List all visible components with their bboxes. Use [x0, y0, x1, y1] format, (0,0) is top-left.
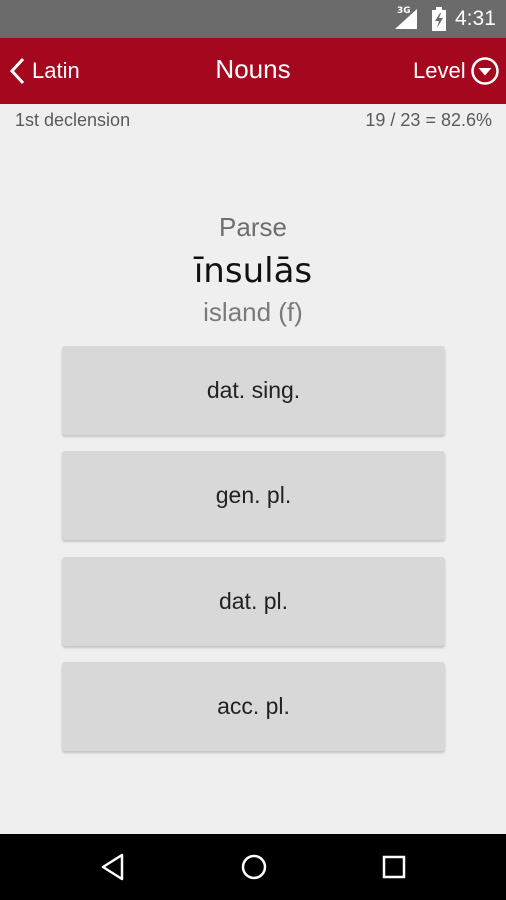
clock-time: 4:31 — [455, 7, 496, 30]
dropdown-circle-icon — [471, 57, 499, 85]
question-word: īnsulās — [193, 251, 313, 291]
level-label: Level — [413, 58, 466, 83]
answer-button[interactable]: gen. pl. — [62, 451, 445, 540]
answer-button[interactable]: dat. pl. — [62, 557, 445, 646]
word-gloss: island (f) — [203, 297, 303, 327]
answer-button[interactable]: acc. pl. — [62, 662, 445, 751]
navigation-bar — [0, 834, 506, 900]
back-triangle-icon[interactable] — [98, 851, 130, 883]
level-dropdown-button[interactable]: Level — [408, 50, 504, 94]
app-bar: Latin Nouns Level — [0, 38, 506, 104]
battery-icon — [432, 7, 446, 31]
declension-label: 1st declension — [15, 110, 131, 130]
question-prompt: Parse — [219, 212, 287, 242]
network-type-label: 3G — [397, 6, 411, 16]
recents-square-icon[interactable] — [378, 851, 410, 883]
status-bar: 3G 4:31 — [0, 0, 506, 38]
home-circle-icon[interactable] — [238, 851, 270, 883]
score-label: 19 / 23 = 82.6% — [365, 110, 492, 130]
answer-button[interactable]: dat. sing. — [62, 346, 445, 435]
